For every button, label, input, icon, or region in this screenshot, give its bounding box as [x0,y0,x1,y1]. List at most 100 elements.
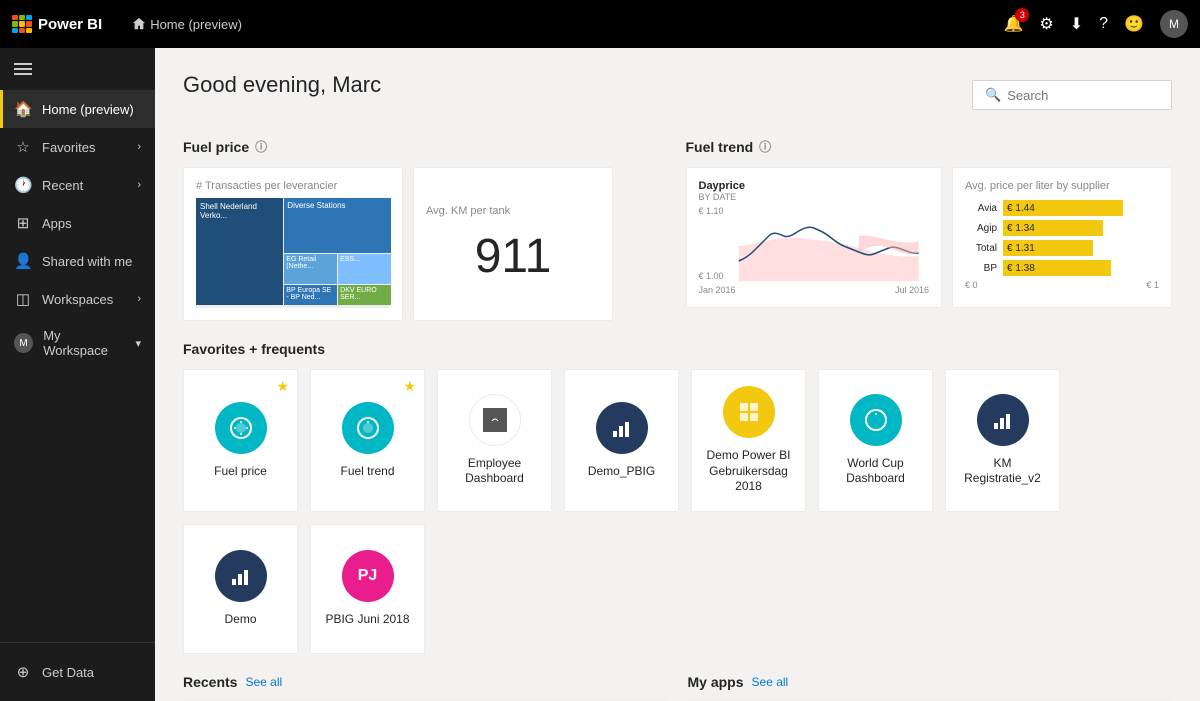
dayprice-label: Dayprice [699,180,930,192]
sidebar-item-recent[interactable]: 🕐 Recent › [0,166,155,204]
fav-icon [215,402,267,454]
avg-supplier-label: Avg. price per liter by supplier [965,180,1159,192]
brand-name: Power BI [38,16,102,33]
my-apps-title: My apps [688,674,744,690]
home-icon: 🏠 [14,100,32,118]
info-icon-trend[interactable]: ⓘ [759,138,771,155]
sidebar-item-label: Workspaces [42,292,113,307]
fav-icon [850,394,902,446]
home-label: Home (preview) [150,17,242,32]
feedback-button[interactable]: 🙂 [1124,14,1144,34]
fav-card-demo-pbig[interactable]: Demo_PBIG [564,369,679,512]
hamburger-button[interactable] [0,48,155,90]
star-icon: ☆ [14,138,32,156]
topbar-actions: 🔔 3 ⚙ ⬇ ? 🙂 M [1004,10,1189,38]
home-icon [132,17,146,31]
fav-label: Fuel trend [340,464,394,480]
fuel-trend-section: Fuel trend ⓘ Dayprice BY DATE € 1.10 € 1… [686,138,1173,321]
help-button[interactable]: ? [1099,15,1108,33]
sidebar-item-myworkspace[interactable]: M My Workspace ▾ [0,318,155,368]
fav-icon [342,402,394,454]
fav-label: Demo Power BI Gebruikersdag 2018 [704,448,793,495]
search-input[interactable] [1007,88,1159,103]
sidebar-item-home[interactable]: 🏠 Home (preview) [0,90,155,128]
person-icon: M [14,333,33,353]
greeting-text: Good evening, Marc [183,72,381,98]
sidebar-item-label: Get Data [42,665,94,680]
my-apps-section: My apps See all Demo Power BI Gebruikers… [688,674,1173,701]
treemap-cell-2: Diverse Stations [284,198,391,253]
sidebar-item-apps[interactable]: ⊞ Apps [0,204,155,242]
hbar-row-avia: Avia € 1.44 [965,200,1159,216]
star-icon: ★ [403,378,416,395]
treemap-card: # Transacties per leverancier Shell Nede… [183,167,403,321]
sidebar-item-favorites[interactable]: ☆ Favorites › [0,128,155,166]
fav-label: Fuel price [214,464,267,480]
sidebar-item-label: Favorites [42,140,95,155]
y-axis: € 1.10 € 1.00 [699,206,724,281]
fav-card-fuel-price[interactable]: ★ Fuel price [183,369,298,512]
fav-icon [723,386,775,438]
by-date-label: BY DATE [699,192,930,202]
home-breadcrumb[interactable]: Home (preview) [132,17,242,32]
treemap-cell-4: BP Europa SE - BP Ned... DKV EURO SER... [284,285,391,305]
clock-icon: 🕐 [14,176,32,194]
chevron-right-icon: › [137,179,141,191]
fav-card-pbig-juni[interactable]: PJ PBIG Juni 2018 [310,524,425,654]
search-box[interactable]: 🔍 [972,80,1172,110]
sidebar-item-label: Home (preview) [42,102,134,117]
get-data-icon: ⊕ [14,663,32,681]
sidebar-item-label: Apps [42,216,72,231]
download-button[interactable]: ⬇ [1070,14,1083,34]
recents-title: Recents [183,674,237,690]
fav-card-fuel-trend[interactable]: ★ Fuel trend [310,369,425,512]
hbar-row-bp: BP € 1.38 [965,260,1159,276]
fav-card-worldcup[interactable]: World Cup Dashboard [818,369,933,512]
hbar-axis: € 0 € 1 [965,280,1159,290]
sidebar-item-label: Recent [42,178,83,193]
avg-km-value: 911 [475,229,552,284]
notifications-button[interactable]: 🔔 3 [1004,14,1024,34]
get-data-button[interactable]: ⊕ Get Data [0,642,155,701]
workspace-icon: ◫ [14,290,32,308]
info-icon[interactable]: ⓘ [255,138,267,155]
treemap-cell-1: Shell Nederland Verko... [196,198,283,305]
line-chart-svg [728,206,929,281]
sidebar-item-label: My Workspace [43,328,125,358]
chart-label: # Transacties per leverancier [196,180,390,192]
search-icon: 🔍 [985,87,1001,103]
avg-km-card: Avg. KM per tank 911 [413,167,613,321]
treemap-cell-3: EG Retail (Nethe... ESS... [284,254,391,284]
chevron-down-icon: ▾ [135,337,141,350]
sidebar-item-workspaces[interactable]: ◫ Workspaces › [0,280,155,318]
apps-icon: ⊞ [14,214,32,232]
fav-icon-macaw [469,394,521,446]
avatar[interactable]: M [1160,10,1188,38]
settings-button[interactable]: ⚙ [1039,14,1053,34]
chevron-right-icon: › [137,141,141,153]
sidebar-item-shared[interactable]: 👤 Shared with me [0,242,155,280]
fav-card-employee[interactable]: Employee Dashboard [437,369,552,512]
get-data-item[interactable]: ⊕ Get Data [0,653,155,691]
fuel-price-title: Fuel price ⓘ [183,138,670,155]
app-layout: 🏠 Home (preview) ☆ Favorites › 🕐 Recent … [0,48,1200,701]
my-apps-see-all[interactable]: See all [752,675,789,689]
fav-card-demo-powerbi[interactable]: Demo Power BI Gebruikersdag 2018 [691,369,806,512]
hbar-row-total: Total € 1.31 [965,240,1159,256]
favorites-grid: ★ Fuel price ★ Fuel trend [183,369,1172,654]
fav-icon [977,394,1029,446]
favorites-title: Favorites + frequents [183,341,1172,357]
notification-badge: 3 [1015,8,1029,22]
recents-see-all[interactable]: See all [245,675,282,689]
waffle-icon [12,15,30,33]
hbar-row-agip: Agip € 1.34 [965,220,1159,236]
hbar-chart: Avia € 1.44 Agip € 1.34 Total € 1.31 [965,200,1159,276]
fav-card-demo[interactable]: Demo [183,524,298,654]
fav-icon: PJ [342,550,394,602]
fav-icon [596,402,648,454]
star-icon: ★ [276,378,289,395]
fav-label: Demo [224,612,256,628]
fav-label: Employee Dashboard [450,456,539,487]
fav-card-km-reg[interactable]: KM Registratie_v2 [945,369,1060,512]
treemap-chart: Shell Nederland Verko... Diverse Station… [196,198,390,308]
